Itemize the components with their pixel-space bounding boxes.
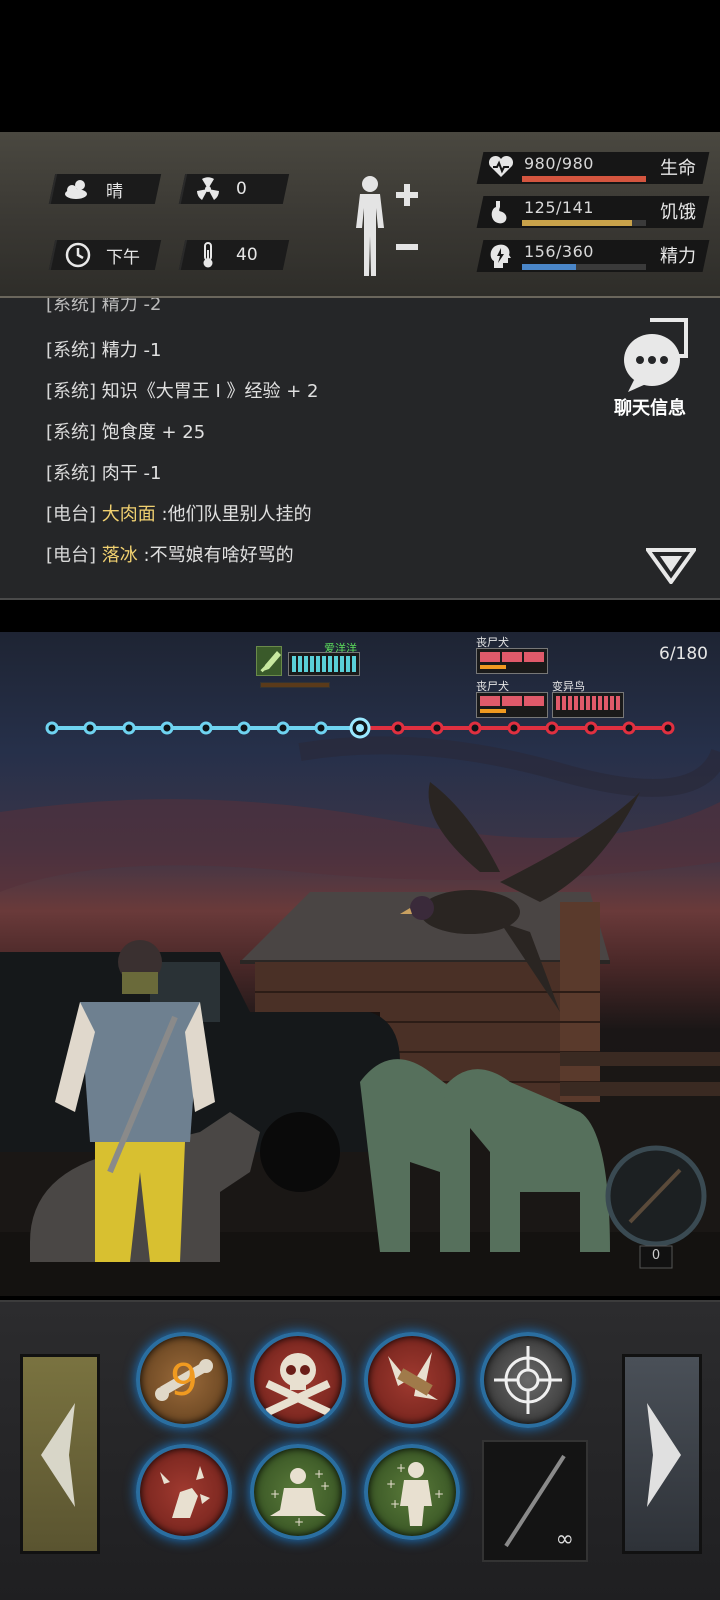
ally-energy-bar	[260, 682, 330, 688]
battle-background	[0, 717, 720, 1296]
thermometer-icon	[194, 242, 222, 268]
enemy-hp-bar	[552, 692, 624, 718]
chat-bubble-icon	[624, 318, 688, 392]
weapon-slot[interactable]: ∞	[482, 1440, 588, 1562]
radiation-icon	[194, 176, 222, 202]
chat-log[interactable]: [系统] 精力 -2 [系统] 精力 -1 [系统] 知识《大胃王 I 》经验 …	[0, 298, 720, 600]
body-status-button[interactable]	[346, 172, 446, 280]
skill-punch[interactable]	[136, 1444, 232, 1540]
svg-text:+: +	[390, 1497, 400, 1511]
hunger-value: 125/141	[524, 198, 594, 217]
skill-heal[interactable]: + + + +	[364, 1444, 460, 1540]
svg-text:+: +	[396, 1461, 406, 1475]
health-bar	[522, 176, 646, 182]
skill-meditate[interactable]: + + + +	[250, 1444, 346, 1540]
svg-text:+: +	[294, 1515, 304, 1529]
chevron-down-icon	[644, 548, 698, 586]
fist-impact-icon	[160, 1466, 210, 1518]
time-chip: 下午	[48, 240, 162, 270]
svg-text:+: +	[314, 1467, 324, 1481]
weapon-ammo: 0	[651, 1248, 661, 1263]
weapon-infinity: ∞	[555, 1527, 574, 1552]
chat-info-button[interactable]	[620, 316, 700, 396]
clock-icon	[64, 242, 92, 268]
hunger-bar	[522, 220, 646, 226]
skill-bar: 9 + + + + + + + + ∞	[0, 1300, 720, 1600]
skull-crossbones-icon	[265, 1353, 331, 1416]
meditate-heal-icon: ++++	[270, 1467, 330, 1529]
shatter-icon	[388, 1352, 438, 1400]
chat-line: [电台] 大肉面 :他们队里别人挂的	[46, 504, 312, 525]
head-bolt-icon	[488, 243, 514, 269]
skill-skull-crossbones[interactable]	[250, 1332, 346, 1428]
skill-aim[interactable]	[480, 1332, 576, 1428]
chat-line: [系统] 饱食度 + 25	[46, 422, 206, 443]
energy-value: 156/360	[524, 242, 594, 261]
temperature-chip: 40	[178, 240, 290, 270]
crosshair-icon	[494, 1346, 562, 1414]
battle-scene: 6/180 爱洋洋 丧尸犬 丧尸犬 变异鸟 0	[0, 632, 720, 1296]
svg-text:+: +	[270, 1487, 280, 1501]
arrow-right-icon	[647, 1403, 681, 1507]
chat-line-partial: [系统] 精力 -2	[46, 298, 162, 315]
svg-text:+: +	[320, 1479, 330, 1493]
ally-sword-icon	[256, 646, 282, 676]
chat-line: [系统] 肉干 -1	[46, 463, 162, 484]
body-heal-icon: ++++	[386, 1461, 444, 1526]
weather-label: 晴	[106, 181, 123, 202]
skill-bone-strike[interactable]: 9	[136, 1332, 232, 1428]
energy-stat: 156/360 精力	[476, 240, 710, 272]
turn-counter: 6/180	[659, 644, 708, 664]
time-label: 下午	[106, 247, 140, 268]
status-panel: 晴 0 下午 40 980/980 生命 125/141 饥饿 156/360 …	[0, 132, 720, 298]
radiation-value: 0	[236, 179, 247, 199]
hunger-label: 饥饿	[660, 202, 696, 223]
svg-text:+: +	[386, 1477, 396, 1491]
health-stat: 980/980 生命	[476, 152, 710, 184]
enemy-hp-bar	[476, 648, 548, 674]
heart-icon	[488, 155, 514, 181]
energy-label: 精力	[660, 246, 696, 267]
health-value: 980/980	[524, 154, 594, 173]
stomach-icon	[488, 199, 514, 225]
human-body-icon	[356, 176, 418, 276]
collapse-chat-button[interactable]	[644, 548, 698, 586]
ally-hp-bar	[288, 652, 360, 676]
temperature-value: 40	[236, 245, 258, 265]
skill-wood-shatter[interactable]	[364, 1332, 460, 1428]
health-label: 生命	[660, 158, 696, 179]
svg-text:+: +	[434, 1487, 444, 1501]
hunger-stat: 125/141 饥饿	[476, 196, 710, 228]
cloud-sun-icon	[64, 176, 92, 202]
arrow-left-icon	[41, 1403, 75, 1507]
chat-line: [系统] 知识《大胃王 I 》经验 + 2	[46, 381, 319, 402]
next-page-button[interactable]	[622, 1354, 702, 1554]
weather-chip: 晴	[48, 174, 162, 204]
chat-line: [系统] 精力 -1	[46, 340, 162, 361]
enemy-hp-bar	[476, 692, 548, 718]
skill-cooldown: 9	[170, 1354, 198, 1406]
chat-info-label[interactable]: 聊天信息	[614, 394, 686, 420]
prev-page-button[interactable]	[20, 1354, 100, 1554]
radiation-chip: 0	[178, 174, 290, 204]
energy-bar	[522, 264, 646, 270]
chat-line: [电台] 落冰 :不骂娘有啥好骂的	[46, 545, 294, 566]
